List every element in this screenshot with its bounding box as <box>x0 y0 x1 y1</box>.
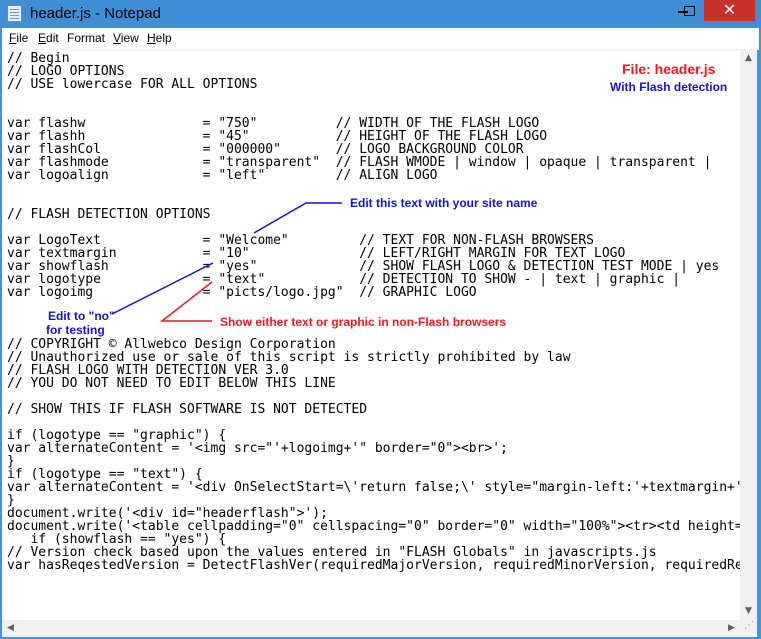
code-line: // SHOW THIS IF FLASH SOFTWARE IS NOT DE… <box>7 402 368 417</box>
code-line: var logoalign = "left" // ALIGN LOGO <box>7 168 438 183</box>
notepad-window: header.js - Notepad ✕ File Edit Format V… <box>0 0 761 639</box>
menu-edit-key: E <box>38 31 47 45</box>
scroll-left-icon[interactable]: ◀ <box>2 620 19 637</box>
menu-edit-rest: dit <box>46 31 59 45</box>
code-line: // USE lowercase FOR ALL OPTIONS <box>7 77 258 92</box>
code-line: // FLASH DETECTION OPTIONS <box>7 207 211 222</box>
file-label-annotation: File: header.js <box>622 61 716 77</box>
code-line: // YOU DO NOT NEED TO EDIT BELOW THIS LI… <box>7 376 336 391</box>
menu-format[interactable]: Format <box>67 31 105 45</box>
menu-view-key: V <box>113 31 121 45</box>
scroll-right-icon[interactable]: ▶ <box>723 620 740 637</box>
edit-no-annotation-line2: for testing <box>46 323 105 337</box>
menu-view-rest: iew <box>120 31 139 45</box>
scroll-up-icon[interactable]: ▲ <box>740 50 757 67</box>
title-bar[interactable]: header.js - Notepad ✕ <box>0 0 761 28</box>
code-line: var alternateContent = '<img src="'+logo… <box>7 441 508 456</box>
code-line: var hasReqestedVersion = DetectFlashVer(… <box>7 558 740 573</box>
code-text: // Begin // LOGO OPTIONS // USE lowercas… <box>7 52 740 572</box>
close-icon: ✕ <box>722 2 737 19</box>
edit-no-annotation-line1: Edit to "no" <box>48 309 115 323</box>
horizontal-scrollbar[interactable]: ◀ ▶ <box>2 620 740 637</box>
menu-file[interactable]: File <box>9 31 28 45</box>
menu-help-rest: elp <box>155 31 172 45</box>
scroll-down-icon[interactable]: ▼ <box>740 603 757 620</box>
close-button[interactable]: ✕ <box>704 0 755 21</box>
menu-help[interactable]: Help <box>147 31 172 45</box>
menu-bar: File Edit Format View Help <box>2 28 759 50</box>
resize-grip[interactable] <box>740 620 757 637</box>
code-line: var alternateContent = '<div OnSelectSta… <box>7 480 740 495</box>
menu-file-rest: ile <box>16 31 29 45</box>
vertical-scrollbar[interactable]: ▲ ▼ <box>740 50 757 620</box>
menu-view[interactable]: View <box>113 31 139 45</box>
flash-detection-annotation: With Flash detection <box>610 80 728 94</box>
text-editor[interactable]: // Begin // LOGO OPTIONS // USE lowercas… <box>2 50 740 620</box>
show-text-graphic-annotation: Show either text or graphic in non-Flash… <box>220 315 507 329</box>
maximize-icon <box>684 6 695 16</box>
notepad-icon <box>7 5 22 22</box>
menu-help-key: H <box>147 31 156 45</box>
window-title: header.js - Notepad <box>30 5 161 22</box>
code-line: var logoimg = "picts/logo.jpg" // GRAPHI… <box>7 285 477 300</box>
menu-format-rest: ormat <box>74 31 106 45</box>
edit-site-name-annotation: Edit this text with your site name <box>350 196 538 210</box>
menu-edit[interactable]: Edit <box>38 31 59 45</box>
